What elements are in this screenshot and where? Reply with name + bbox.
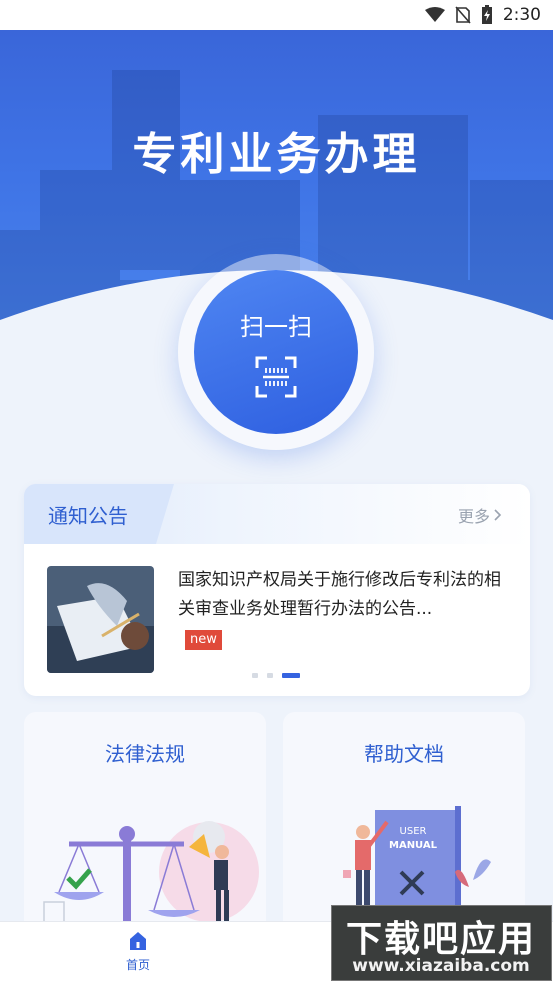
page-title: 专利业务办理	[132, 129, 421, 180]
tile-laws[interactable]: 法律法规	[24, 712, 266, 932]
scales-illustration-icon	[43, 821, 259, 932]
no-sim-icon	[455, 6, 471, 24]
nav-home-label: 首页	[125, 958, 150, 972]
notice-thumbnail[interactable]	[47, 566, 154, 673]
chevron-right-icon	[494, 509, 502, 521]
manual-word-manual: MANUAL	[389, 840, 438, 851]
notice-card: 通知公告 更多 国家知识产权局关于施行修改后专利法的相关审查业务处理暂行办法的公…	[24, 484, 530, 696]
notice-title: 通知公告	[48, 504, 128, 528]
more-label: 更多	[457, 507, 490, 526]
scan-icon	[255, 356, 297, 397]
watermark-text: 下载吧应用	[345, 919, 536, 960]
wifi-icon	[424, 7, 445, 22]
watermark-url: www.xiazaiba.com	[352, 956, 530, 976]
carousel-dots	[252, 673, 300, 678]
home-icon	[130, 932, 146, 950]
manual-word-user: USER	[400, 826, 427, 837]
tile-help-title: 帮助文档	[364, 742, 444, 766]
carousel-dot[interactable]	[267, 673, 273, 678]
scan-label: 扫一扫	[240, 312, 312, 341]
carousel-dot[interactable]	[252, 673, 258, 678]
notice-header: 通知公告 更多	[24, 484, 530, 544]
watermark-logo: 下载吧应用 www.xiazaiba.com	[331, 905, 552, 981]
notice-headline[interactable]: 国家知识产权局关于施行修改后专利法的相关审查业务处理暂行办法的公告...	[178, 566, 508, 624]
status-time: 2:30	[502, 5, 541, 25]
new-badge: new	[185, 630, 222, 650]
document-signing-image	[47, 566, 154, 673]
tile-laws-title: 法律法规	[105, 742, 185, 766]
nav-home[interactable]: 首页	[110, 930, 166, 980]
more-link[interactable]: 更多	[458, 503, 502, 527]
scan-button[interactable]: 扫一扫	[194, 270, 358, 434]
carousel-dot-active[interactable]	[282, 673, 300, 678]
tile-help-docs[interactable]: 帮助文档 USER MANUAL	[283, 712, 525, 932]
status-bar: 2:30	[0, 0, 553, 30]
battery-charging-icon	[481, 5, 492, 24]
